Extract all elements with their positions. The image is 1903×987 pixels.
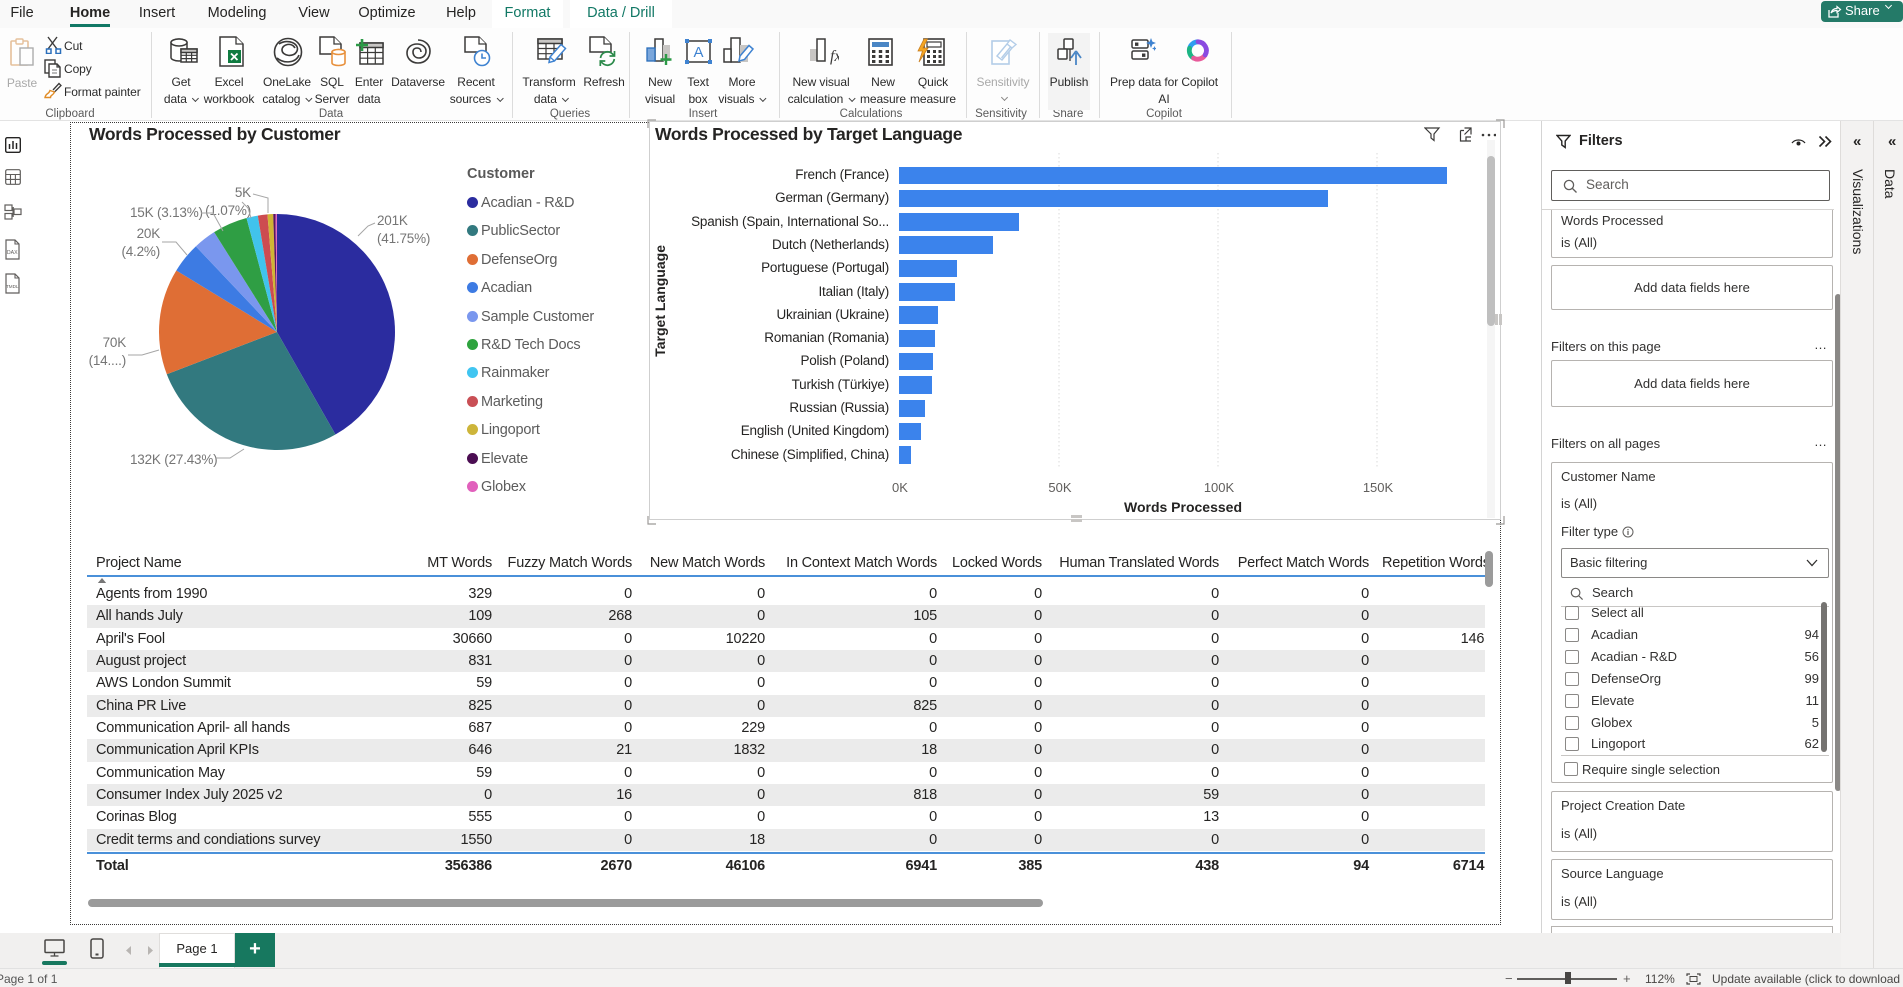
- svg-text:fx: fx: [830, 48, 839, 65]
- svg-text:A: A: [693, 44, 703, 61]
- svg-text:DAX: DAX: [7, 250, 18, 256]
- svg-text:TMDL: TMDL: [6, 284, 19, 289]
